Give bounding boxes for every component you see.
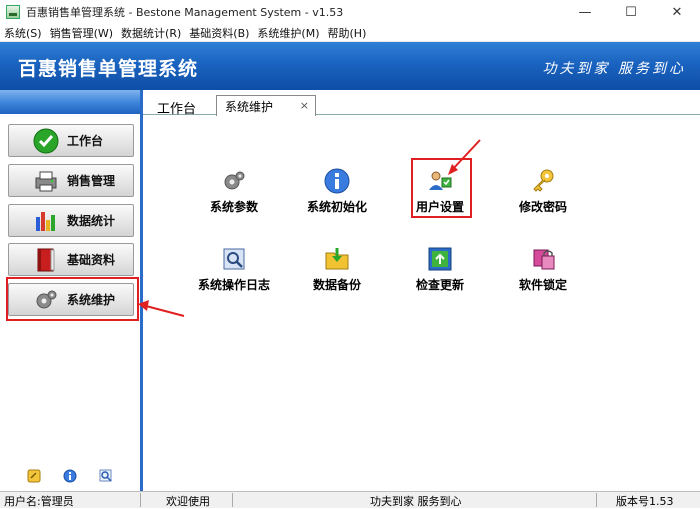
sidebar-item-label: 工作台	[67, 134, 104, 148]
tool-label: 系统操作日志	[197, 278, 270, 292]
info-icon	[324, 168, 350, 194]
menu-statistics[interactable]: 数据统计(R)	[117, 25, 185, 41]
tool-label: 数据备份	[312, 278, 361, 292]
menu-sales[interactable]: 销售管理(W)	[46, 25, 117, 41]
title-bar: 百惠销售单管理系统 - Bestone Management System - …	[0, 0, 700, 24]
status-slogan: 功夫到家 服务到心	[370, 495, 462, 508]
menu-system[interactable]: 系统(S)	[0, 25, 46, 41]
sidebar-item-label: 数据统计	[67, 214, 116, 228]
bar-chart-icon	[33, 208, 59, 234]
sidebar-item-label: 基础资料	[67, 253, 116, 267]
folder-download-icon	[324, 246, 350, 272]
sidebar-item-label: 销售管理	[67, 174, 116, 188]
tool-label: 修改密码	[518, 200, 567, 214]
tab-maintenance[interactable]: 系统维护 ×	[216, 95, 316, 116]
status-divider	[232, 493, 233, 507]
sidebar-header	[0, 90, 140, 114]
main-panel: 工作台 系统维护 × 系统参数 系统初始化 用户设置 修改密码 系统操作日志 数…	[143, 90, 700, 491]
lock-icon	[530, 246, 556, 272]
tool-check-update[interactable]: 检查更新	[390, 246, 490, 293]
info-icon[interactable]	[63, 469, 77, 483]
close-icon[interactable]: ✕	[654, 0, 700, 24]
menu-basic-data[interactable]: 基础资料(B)	[185, 25, 253, 41]
menu-bar: 系统(S) 销售管理(W) 数据统计(R) 基础资料(B) 系统维护(M) 帮助…	[0, 24, 700, 42]
search-icon[interactable]	[99, 469, 113, 483]
maximize-icon[interactable]: ☐	[608, 0, 654, 24]
status-user: 用户名:管理员	[4, 495, 74, 508]
log-icon	[221, 246, 247, 272]
tab-label: 系统维护	[225, 99, 274, 114]
tool-label: 软件锁定	[518, 278, 567, 292]
app-banner: 百惠销售单管理系统 功夫到家 服务到心	[0, 42, 700, 90]
status-bar: 用户名:管理员 欢迎使用 功夫到家 服务到心 版本号1.53	[0, 491, 700, 508]
sidebar-item-sales[interactable]: 销售管理	[8, 164, 134, 197]
tool-operation-log[interactable]: 系统操作日志	[184, 246, 284, 293]
menu-help[interactable]: 帮助(H)	[324, 25, 371, 41]
tool-change-password[interactable]: 修改密码	[493, 168, 593, 215]
sidebar-item-statistics[interactable]: 数据统计	[8, 204, 134, 237]
tool-data-backup[interactable]: 数据备份	[287, 246, 387, 293]
app-icon	[6, 5, 20, 19]
tool-system-params[interactable]: 系统参数	[184, 168, 284, 215]
sidebar-item-workbench[interactable]: 工作台	[8, 124, 134, 157]
key-icon[interactable]	[27, 469, 41, 483]
red-book-icon	[33, 247, 59, 273]
status-welcome: 欢迎使用	[166, 495, 210, 508]
tool-label: 系统初始化	[306, 200, 367, 214]
status-version: 版本号1.53	[616, 495, 674, 508]
highlight-user-settings	[411, 158, 472, 218]
gear-icon	[221, 168, 247, 194]
tool-software-lock[interactable]: 软件锁定	[493, 246, 593, 293]
status-divider	[596, 493, 597, 507]
sidebar-item-basic-data[interactable]: 基础资料	[8, 243, 134, 276]
status-divider	[140, 493, 141, 507]
key-icon	[530, 168, 556, 194]
checkmark-icon	[33, 128, 59, 154]
minimize-icon[interactable]: —	[562, 0, 608, 24]
banner-slogan: 功夫到家 服务到心	[542, 61, 686, 77]
tool-label: 检查更新	[415, 278, 464, 292]
tab-workbench[interactable]: 工作台	[157, 98, 196, 117]
printer-icon	[33, 168, 59, 194]
highlight-maintenance	[6, 277, 139, 321]
tab-close-icon[interactable]: ×	[300, 99, 309, 112]
menu-maintenance[interactable]: 系统维护(M)	[253, 25, 323, 41]
update-icon	[427, 246, 453, 272]
tool-label: 系统参数	[209, 200, 258, 214]
tool-system-init[interactable]: 系统初始化	[287, 168, 387, 215]
sidebar-footer	[0, 469, 140, 483]
tab-strip: 工作台 系统维护 ×	[143, 90, 700, 117]
banner-title: 百惠销售单管理系统	[18, 58, 199, 80]
window-title: 百惠销售单管理系统 - Bestone Management System - …	[26, 6, 344, 19]
